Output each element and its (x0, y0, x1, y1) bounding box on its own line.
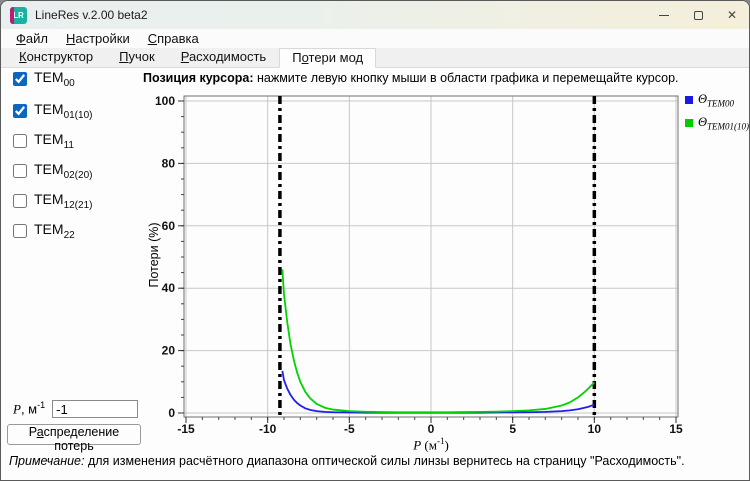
tab-mode-losses[interactable]: Потери мод (279, 48, 376, 68)
svg-text:0: 0 (168, 406, 175, 420)
svg-text:-5: -5 (344, 422, 355, 436)
svg-text:80: 80 (162, 156, 176, 170)
legend-swatch-tem00 (685, 96, 693, 104)
close-button[interactable]: ✕ (715, 1, 749, 29)
svg-text:40: 40 (162, 281, 176, 295)
tab-constructor[interactable]: Конструктор (6, 47, 106, 67)
checkbox-tem11[interactable] (13, 134, 27, 148)
y-axis-label: Потери (%) (147, 175, 163, 335)
p-value-label: P, м-1 (13, 400, 45, 417)
svg-text:10: 10 (588, 422, 602, 436)
window-title: LineRes v.2.00 beta2 (35, 8, 148, 22)
chart-legend: ΘTEM00 ΘTEM01(10) (685, 92, 749, 137)
app-icon-text: LR (13, 11, 24, 20)
checkbox-tem12-21[interactable] (13, 194, 27, 208)
window-controls: ✕ (647, 1, 749, 29)
tab-beam[interactable]: Пучок (106, 47, 168, 67)
checkbox-tem00[interactable] (13, 72, 27, 86)
tab-divergence[interactable]: Расходимость (168, 47, 280, 67)
mode-row-tem00[interactable]: TEM00 (13, 69, 75, 89)
legend-entry-tem01-10: ΘTEM01(10) (685, 115, 749, 132)
menu-file[interactable]: Файл (7, 30, 57, 48)
loss-plot-svg[interactable]: -15 -10 -5 0 5 10 15 0 20 40 60 80 100 (141, 68, 750, 457)
menu-settings[interactable]: Настройки (57, 30, 139, 48)
maximize-button[interactable] (681, 1, 715, 29)
close-icon: ✕ (727, 9, 737, 21)
footnote: Примечание: для изменения расчётного диа… (9, 454, 685, 468)
checkbox-tem22[interactable] (13, 224, 27, 238)
checkbox-tem01-10[interactable] (13, 104, 27, 118)
p-value-row: P, м-1 (13, 400, 138, 418)
minimize-button[interactable] (647, 1, 681, 29)
loss-chart[interactable]: -15 -10 -5 0 5 10 15 0 20 40 60 80 100 Потери (%) P … (141, 68, 750, 457)
checkbox-tem02-20[interactable] (13, 164, 27, 178)
svg-text:5: 5 (509, 422, 516, 436)
svg-text:20: 20 (162, 344, 176, 358)
mode-row-tem22[interactable]: TEM22 (13, 221, 75, 241)
svg-text:100: 100 (155, 94, 175, 108)
svg-text:60: 60 (162, 219, 176, 233)
x-axis-label: P (м-1) (371, 436, 491, 453)
menu-help[interactable]: Справка (139, 30, 208, 48)
mode-row-tem11[interactable]: TEM11 (13, 131, 74, 151)
app-icon: LR (10, 7, 27, 24)
mode-row-tem12[interactable]: TEM12(21) (13, 191, 92, 211)
menu-bar: Файл Настройки Справка (1, 29, 749, 48)
tab-bar: Конструктор Пучок Расходимость Потери мо… (1, 48, 749, 68)
minimize-icon (659, 15, 669, 16)
svg-text:0: 0 (428, 422, 435, 436)
svg-text:-10: -10 (259, 422, 277, 436)
svg-text:-15: -15 (177, 422, 195, 436)
p-value-input[interactable] (52, 400, 138, 418)
app-window: LR LineRes v.2.00 beta2 ✕ Файл Настройки… (0, 0, 750, 481)
content-area: TEM00 TEM01(10) TEM11 TEM02(20) TEM12(21… (1, 68, 749, 481)
title-bar: LR LineRes v.2.00 beta2 ✕ (1, 1, 749, 29)
legend-swatch-tem01-10 (685, 119, 693, 127)
mode-sidebar: TEM00 TEM01(10) TEM11 TEM02(20) TEM12(21… (1, 68, 141, 481)
mode-row-tem02[interactable]: TEM02(20) (13, 161, 92, 181)
legend-entry-tem00: ΘTEM00 (685, 92, 749, 109)
loss-distribution-button[interactable]: Распределение потерь (7, 424, 141, 445)
mode-row-tem01[interactable]: TEM01(10) (13, 101, 92, 121)
maximize-icon (694, 11, 703, 20)
svg-text:15: 15 (669, 422, 683, 436)
